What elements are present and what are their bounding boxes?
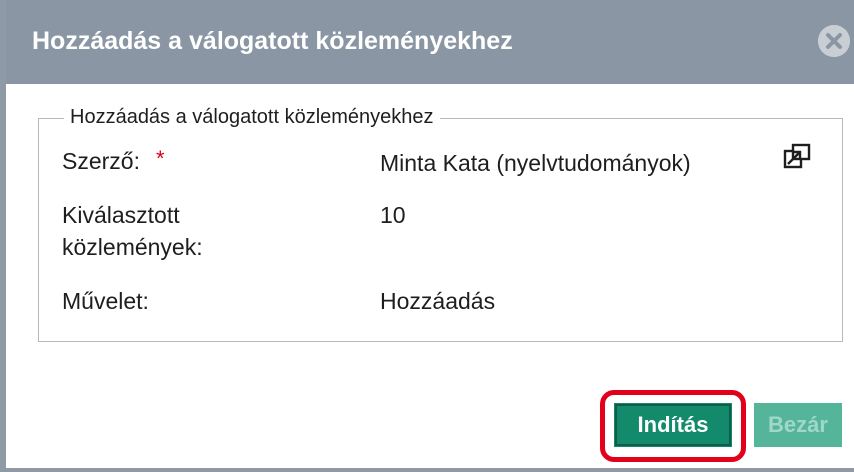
start-button[interactable]: Indítás: [614, 403, 732, 447]
fieldset-legend: Hozzáadás a válogatott közleményekhez: [64, 104, 440, 130]
dialog-title: Hozzáadás a válogatott közleményekhez: [32, 27, 513, 55]
operation-label: Művelet:: [62, 288, 149, 314]
dialog-titlebar: Hozzáadás a válogatott közleményekhez: [6, 0, 854, 84]
close-icon[interactable]: [818, 25, 850, 57]
operation-value: Hozzáadás: [380, 288, 496, 314]
required-marker: *: [156, 146, 165, 171]
dialog: Hozzáadás a válogatott közleményekhez Ho…: [0, 0, 854, 472]
selected-label-line2: közlemények:: [62, 234, 203, 260]
selected-label-line1: Kiválasztott: [62, 202, 180, 228]
open-external-icon[interactable]: [782, 142, 812, 172]
author-value: Minta Kata (nyelvtudományok): [380, 150, 691, 176]
author-label: Szerző:: [62, 148, 140, 174]
close-button[interactable]: Bezár: [754, 403, 842, 447]
selected-count-value: 10: [380, 202, 406, 228]
